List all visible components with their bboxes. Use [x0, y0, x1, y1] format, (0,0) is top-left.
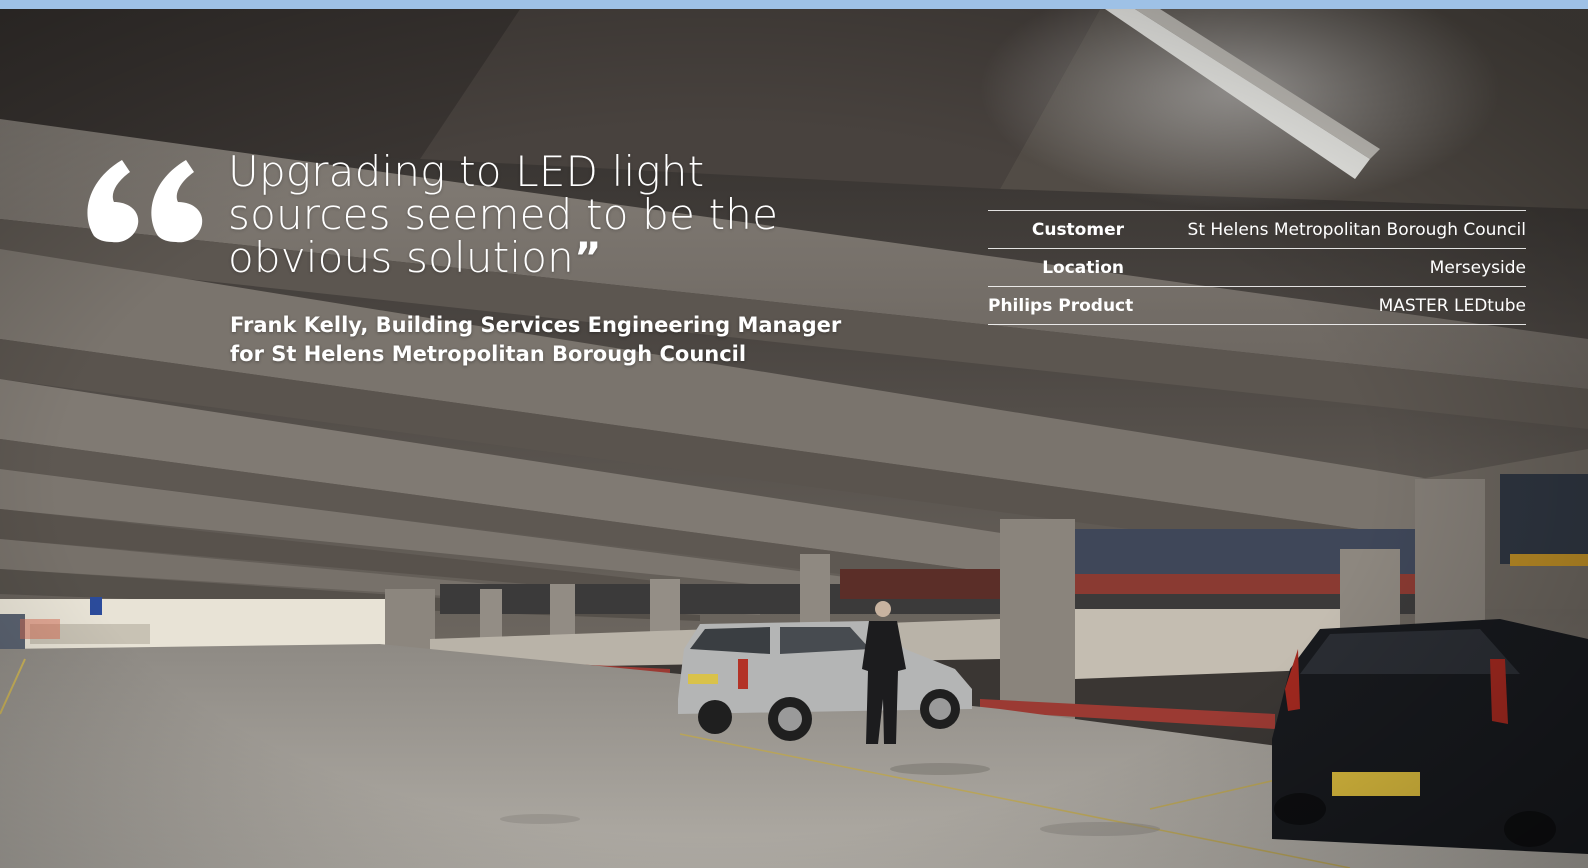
details-label: Customer: [1031, 219, 1124, 240]
pull-quote: Upgrading to LED light sources seemed to…: [228, 150, 868, 279]
open-quote-icon: [87, 160, 203, 243]
details-row-product: Philips Product MASTER LEDtube: [988, 286, 1526, 325]
details-value: St Helens Metropolitan Borough Council: [1187, 219, 1526, 240]
car-park-photo: [0, 9, 1588, 868]
quote-line: obvious solution”: [228, 236, 868, 279]
quote-line: sources seemed to be the: [228, 190, 779, 239]
details-row-customer: Customer St Helens Metropolitan Borough …: [988, 210, 1526, 248]
accent-bar: [0, 0, 1588, 9]
details-value: MASTER LEDtube: [1378, 295, 1526, 316]
details-row-location: Location Merseyside: [988, 248, 1526, 286]
close-quote-mark: ”: [573, 233, 602, 282]
quote-attribution: Frank Kelly, Building Services Engineeri…: [230, 311, 870, 369]
attribution-line: for St Helens Metropolitan Borough Counc…: [230, 342, 747, 366]
attribution-line: Frank Kelly, Building Services Engineeri…: [230, 313, 842, 337]
quote-line: Upgrading to LED light: [228, 147, 705, 196]
case-study-banner: Upgrading to LED light sources seemed to…: [0, 0, 1588, 868]
quote-line-text: obvious solution: [228, 233, 574, 282]
details-label: Philips Product: [988, 295, 1134, 316]
project-details-table: Customer St Helens Metropolitan Borough …: [988, 210, 1526, 325]
details-value: Merseyside: [1429, 257, 1526, 278]
details-label: Location: [1042, 257, 1124, 278]
